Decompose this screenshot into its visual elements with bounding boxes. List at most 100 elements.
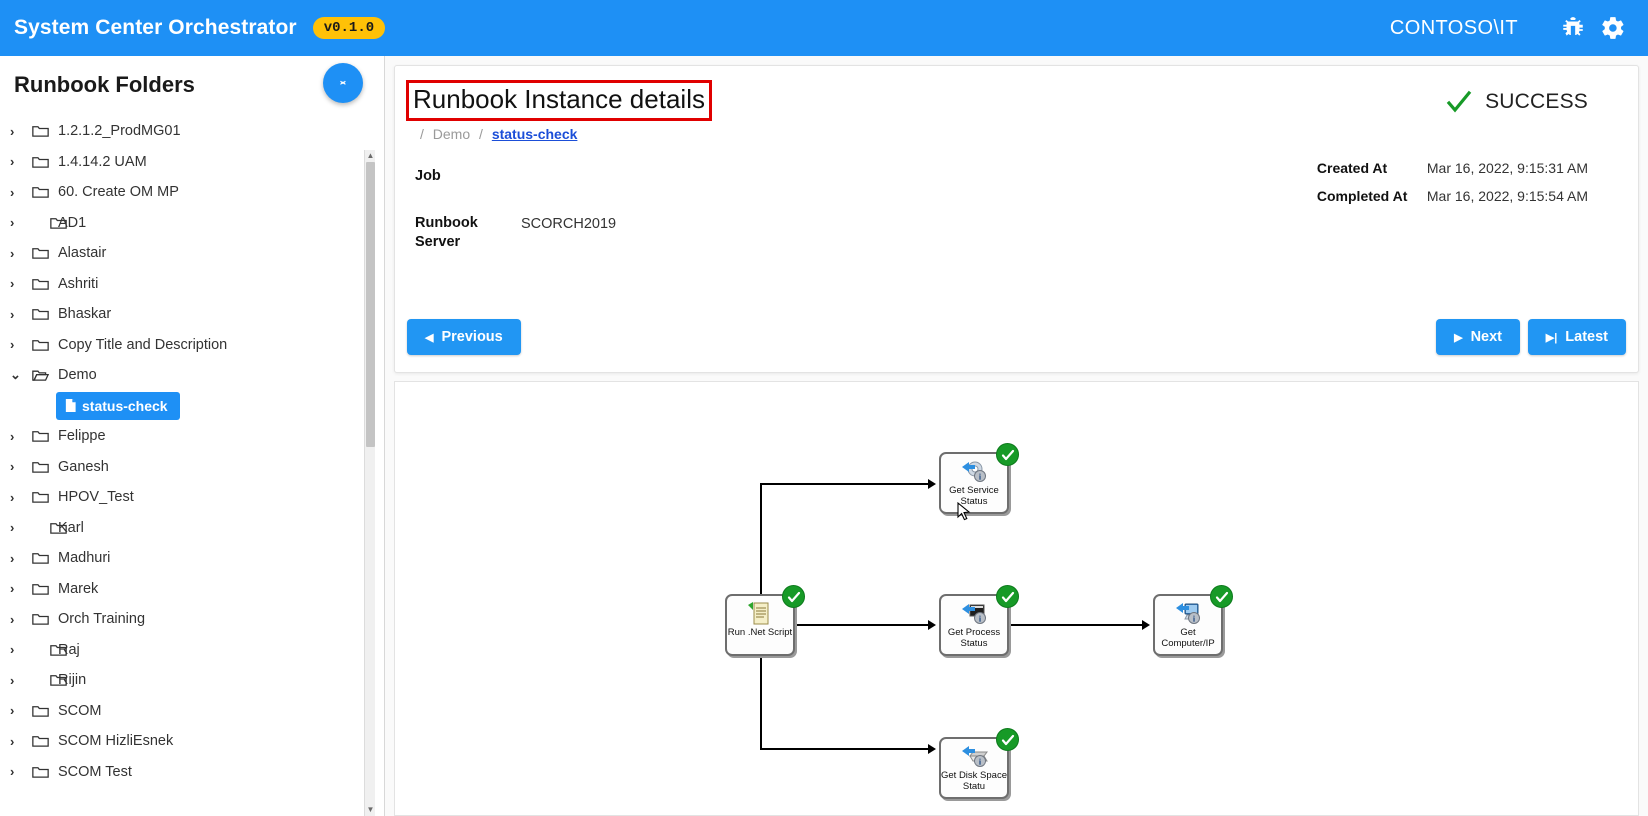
connector-process-to-computer <box>1009 624 1144 626</box>
created-at-key: Created At <box>1316 160 1388 176</box>
document-icon <box>65 399 76 413</box>
success-check-icon <box>1210 585 1233 608</box>
arrow-head-process <box>928 620 936 630</box>
tree-item-scom[interactable]: › SCOM <box>0 696 385 727</box>
runbook-server-key: Runbook Server <box>415 215 478 250</box>
folder-icon <box>32 307 54 321</box>
runbook-activity-diagram[interactable]: Run .Net Script i Get Service Status i G… <box>394 381 1639 816</box>
tree-item-rijin[interactable]: › Rijin <box>0 665 385 696</box>
tree-item-ad1[interactable]: › AD1 <box>0 208 385 239</box>
tree-item-orch-training[interactable]: › Orch Training <box>0 604 385 635</box>
chevron-right-icon[interactable]: › <box>10 703 32 718</box>
tree-item-karl[interactable]: › Karl <box>0 513 385 544</box>
sidebar-scrollbar-thumb[interactable] <box>366 162 375 447</box>
page-title: Runbook Instance details <box>406 80 712 121</box>
tree-item-marek[interactable]: › Marek <box>0 574 385 605</box>
chevron-right-icon[interactable]: › <box>10 429 32 444</box>
folder-icon <box>32 429 54 443</box>
activity-node-get-service-status[interactable]: i Get Service Status <box>939 443 1019 521</box>
tree-item-scom-hizliesnek[interactable]: › SCOM HizliEsnek <box>0 726 385 757</box>
folder-icon <box>32 124 54 138</box>
chevron-down-icon[interactable]: ⌄ <box>10 367 32 383</box>
gear-icon[interactable] <box>1600 15 1626 41</box>
chevron-right-icon[interactable]: › <box>10 490 32 505</box>
scroll-up-icon[interactable]: ▲ <box>365 150 376 162</box>
tree-item-copy-title-and-description[interactable]: › Copy Title and Description <box>0 330 385 361</box>
tree-item-status-check[interactable]: status-check <box>0 391 385 422</box>
status-label: SUCCESS <box>1485 90 1588 113</box>
diagram-canvas: Run .Net Script i Get Service Status i G… <box>395 382 1638 815</box>
tree-item-60-create-om-mp[interactable]: › 60. Create OM MP <box>0 177 385 208</box>
latest-button[interactable]: ▶| Latest <box>1527 319 1626 355</box>
next-button[interactable]: ▶ Next <box>1436 319 1520 355</box>
chevron-right-icon[interactable]: › <box>10 307 32 322</box>
tree-item-label: Ashriti <box>58 275 99 292</box>
scroll-down-icon[interactable]: ▼ <box>365 804 376 816</box>
activity-node-get-process-status[interactable]: i Get Process Status <box>939 585 1019 656</box>
tree-item-1-4-14-2-uam[interactable]: › 1.4.14.2 UAM <box>0 147 385 178</box>
connector-script-to-process <box>795 624 930 626</box>
chevron-right-icon[interactable]: › <box>10 551 32 566</box>
collapse-expand-all-button[interactable]: ⌄ ⌃ <box>323 63 363 103</box>
sidebar-scrollbar[interactable]: ▲ ▼ <box>364 150 375 816</box>
tree-item-label: Alastair <box>58 245 107 262</box>
tree-item-raj[interactable]: › Raj <box>0 635 385 666</box>
success-check-icon <box>996 443 1019 466</box>
breadcrumb-runbook-link[interactable]: status-check <box>492 126 578 142</box>
tree-item-1-2-1-2-prodmg01[interactable]: › 1.2.1.2_ProdMG01 <box>0 116 385 147</box>
connector-to-disk <box>760 748 930 750</box>
chevron-right-icon[interactable]: › <box>10 764 32 779</box>
folder-icon <box>32 582 54 596</box>
tree-item-label: Karl <box>58 519 84 536</box>
tree-item-bhaskar[interactable]: › Bhaskar <box>0 299 385 330</box>
tree-item-felippe[interactable]: › Felippe <box>0 421 385 452</box>
activity-node-label: Get Computer/IP <box>1161 627 1215 649</box>
previous-button[interactable]: ◀ Previous <box>407 319 521 355</box>
activity-node-run-net-script[interactable]: Run .Net Script <box>725 585 805 656</box>
chevron-right-icon[interactable]: › <box>10 337 32 352</box>
chevron-right-icon[interactable]: › <box>10 124 32 139</box>
tree-item-alastair[interactable]: › Alastair <box>0 238 385 269</box>
activity-node-get-disk-space-status[interactable]: i Get Disk Space Statu <box>939 728 1019 799</box>
tree-item-label: 1.2.1.2_ProdMG01 <box>58 123 181 140</box>
chevron-right-icon[interactable]: › <box>10 185 32 200</box>
tree-item-scom-test[interactable]: › SCOM Test <box>0 757 385 788</box>
disk-icon: i <box>959 743 989 769</box>
tree-item-madhuri[interactable]: › Madhuri <box>0 543 385 574</box>
success-check-icon <box>996 585 1019 608</box>
tree-item-hpov-test[interactable]: › HPOV_Test <box>0 482 385 513</box>
chevron-right-icon[interactable]: › <box>10 734 32 749</box>
chevron-right-icon[interactable]: › <box>10 581 32 596</box>
chevron-right-icon[interactable]: › <box>10 246 32 261</box>
tree-item-demo[interactable]: ⌄ Demo <box>0 360 385 391</box>
previous-button-label: Previous <box>441 329 503 345</box>
breadcrumb-folder[interactable]: Demo <box>433 126 470 142</box>
timestamps-block: Created At Mar 16, 2022, 9:15:31 AM Comp… <box>1317 154 1588 210</box>
chevron-right-icon[interactable]: › <box>10 673 32 688</box>
arrow-head-service <box>928 479 936 489</box>
tree-item-label: 1.4.14.2 UAM <box>58 153 147 170</box>
mouse-cursor-icon <box>957 501 972 522</box>
chevron-right-icon: ▶ <box>1454 331 1463 344</box>
chevron-right-icon[interactable]: › <box>10 612 32 627</box>
activity-node-get-computer-ip[interactable]: i Get Computer/IP <box>1153 585 1233 656</box>
chevron-right-icon[interactable]: › <box>10 276 32 291</box>
folder-tree[interactable]: › 1.2.1.2_ProdMG01 › 1.4.14.2 UAM › 60. … <box>0 112 385 816</box>
chevron-right-icon[interactable]: › <box>10 154 32 169</box>
job-section-label: Job <box>415 168 441 184</box>
tree-item-label: Felippe <box>58 428 106 445</box>
runbook-label: status-check <box>82 397 168 414</box>
script-icon <box>745 600 775 626</box>
created-at-row: Created At Mar 16, 2022, 9:15:31 AM <box>1317 154 1588 182</box>
main-content: Runbook Instance details / Demo / status… <box>385 56 1648 816</box>
bug-icon[interactable] <box>1560 15 1586 41</box>
chevron-right-icon[interactable]: › <box>10 459 32 474</box>
chevron-right-icon[interactable]: › <box>10 215 32 230</box>
tree-item-ganesh[interactable]: › Ganesh <box>0 452 385 483</box>
chevron-right-icon[interactable]: › <box>10 520 32 535</box>
tree-item-ashriti[interactable]: › Ashriti <box>0 269 385 300</box>
activity-node-label: Get Service Status <box>949 485 999 507</box>
folder-icon <box>32 460 54 474</box>
tree-item-label: HPOV_Test <box>58 489 134 506</box>
chevron-right-icon[interactable]: › <box>10 642 32 657</box>
